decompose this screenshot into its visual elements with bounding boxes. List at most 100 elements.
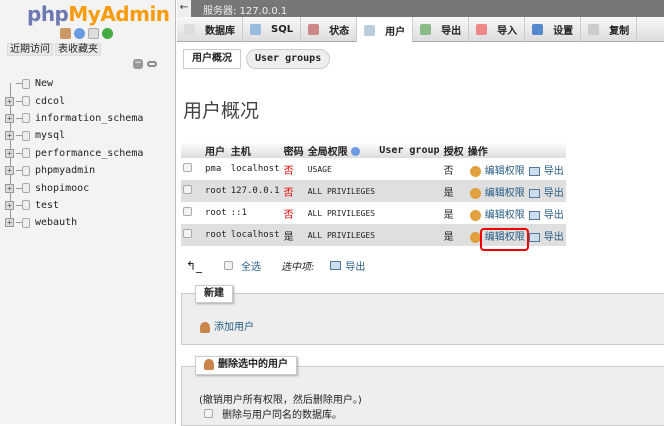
back-arrow-icon[interactable]: ← — [177, 0, 191, 17]
add-user-icon — [200, 321, 210, 333]
tab-icon — [420, 24, 432, 35]
edit-privileges-link[interactable]: 编辑权限 — [485, 188, 525, 199]
tree-item-db[interactable]: + mysql — [5, 127, 143, 144]
drop-db-label[interactable]: 删除与用户同名的数据库。 — [222, 406, 342, 421]
tree-item-db[interactable]: + cdcol — [5, 92, 143, 109]
tab-4[interactable]: 导出 — [413, 17, 470, 42]
subtab-user-overview[interactable]: 用户概况 — [183, 49, 241, 69]
tab-7[interactable]: 复制 — [581, 17, 638, 42]
expand-icon[interactable]: + — [5, 113, 14, 123]
edit-privileges-link[interactable]: 编辑权限 — [485, 210, 525, 221]
col-password: 密码 — [281, 142, 306, 158]
row-checkbox[interactable] — [183, 207, 192, 216]
row-checkbox[interactable] — [183, 185, 192, 194]
delete-legend: 删除选中的用户 — [195, 356, 297, 375]
expand-icon[interactable]: + — [5, 148, 14, 158]
tree-item-db[interactable]: + webauth — [5, 214, 143, 231]
database-icon — [22, 148, 30, 159]
table-row: pma localhost 否 USAGE 否 编辑权限 导出 — [181, 158, 566, 180]
expand-icon[interactable]: + — [5, 166, 14, 176]
with-selected-label: 选中项: — [281, 262, 315, 273]
tree-item-db[interactable]: + information_schema — [5, 110, 143, 127]
table-row: root ::1 否 ALL PRIVILEGES 是 编辑权限 导出 — [181, 202, 566, 224]
tab-1[interactable]: SQL — [243, 17, 302, 42]
expand-icon[interactable]: + — [5, 131, 14, 141]
row-checkbox[interactable] — [183, 229, 192, 238]
tree-item-new[interactable]: New — [5, 75, 143, 92]
tab-icon — [476, 24, 488, 35]
phpmyadmin-logo[interactable]: phpMyAdmin — [27, 2, 170, 26]
tab-icon — [250, 24, 261, 35]
tab-6[interactable]: 设置 — [525, 17, 582, 42]
home-icon[interactable] — [60, 28, 71, 39]
col-user: 用户 — [203, 142, 229, 158]
expand-icon[interactable]: + — [5, 96, 14, 106]
database-icon — [22, 200, 30, 211]
delete-note: (撤销用户所有权限，然后删除用户。) — [199, 395, 362, 406]
row-checkbox[interactable] — [183, 163, 192, 172]
help-icon[interactable] — [351, 147, 361, 156]
favorites-button[interactable]: 表收藏夹 — [55, 43, 101, 56]
export-icon — [528, 188, 540, 198]
tab-3[interactable]: 用户 — [357, 17, 414, 43]
page-title: 用户概况 — [183, 100, 260, 122]
reload-icon[interactable] — [102, 28, 113, 39]
tab-0[interactable]: 数据库 — [177, 17, 243, 42]
export-icon — [330, 261, 342, 270]
col-host: 主机 — [228, 142, 282, 158]
export-icon — [528, 232, 540, 242]
collapse-all-icon[interactable]: − — [133, 59, 143, 69]
database-tree: New + cdcol + information_schema + mysql + perf… — [5, 75, 143, 232]
database-icon — [22, 113, 30, 124]
main-tabs: 数据库 SQL 状态 用户 导出 导入 设置 复制 — [177, 17, 664, 43]
database-icon — [22, 165, 30, 176]
tab-icon — [588, 24, 600, 35]
tree-item-db[interactable]: + performance_schema — [5, 145, 143, 162]
expand-icon[interactable]: + — [5, 200, 14, 210]
tree-item-db[interactable]: + shopimooc — [5, 179, 143, 196]
edit-privileges-icon — [469, 187, 481, 199]
recent-button[interactable]: 近期访问 — [7, 43, 53, 56]
server-breadcrumb[interactable]: 服务器: 127.0.0.1 — [203, 2, 287, 17]
tab-2[interactable]: 状态 — [301, 17, 358, 42]
new-user-fieldset: 添加用户 — [181, 293, 664, 345]
database-icon — [22, 96, 30, 107]
export-link[interactable]: 导出 — [544, 232, 564, 243]
help-icon[interactable] — [74, 28, 85, 39]
select-all-checkbox[interactable] — [224, 261, 233, 270]
export-icon — [528, 210, 540, 220]
edit-privileges-icon — [469, 165, 481, 177]
export-link[interactable]: 导出 — [544, 166, 564, 177]
export-link[interactable]: 导出 — [544, 188, 564, 199]
tree-item-db[interactable]: + test — [5, 197, 143, 214]
breadcrumb: ← 服务器: 127.0.0.1 — [177, 0, 664, 17]
subtab-user-groups[interactable]: User groups — [246, 49, 331, 69]
table-footer: ↰_ 全选 选中项: 导出 — [186, 258, 365, 274]
delete-users-fieldset: (撤销用户所有权限，然后删除用户。) 删除与用户同名的数据库。 — [181, 366, 664, 426]
link-icon[interactable] — [147, 61, 157, 67]
add-user-link[interactable]: 添加用户 — [200, 318, 254, 333]
new-legend: 新建 — [195, 285, 233, 303]
tab-icon — [364, 24, 376, 36]
table-row: root 127.0.0.1 否 ALL PRIVILEGES 是 编辑权限 导出 — [181, 180, 566, 202]
expand-icon[interactable]: + — [5, 183, 14, 193]
database-icon — [22, 130, 30, 141]
docs-icon[interactable] — [88, 28, 99, 39]
edit-privileges-link[interactable]: 编辑权限 — [485, 166, 525, 177]
tab-icon — [184, 24, 195, 35]
database-icon — [22, 183, 30, 194]
select-all-link[interactable]: 全选 — [241, 258, 261, 273]
col-action: 操作 — [465, 142, 566, 158]
navigation-sidebar: phpMyAdmin 近期访问 表收藏夹 − New + cdcol + inform… — [0, 0, 176, 424]
export-selected-button[interactable]: 导出 — [345, 258, 365, 273]
col-global-priv: 全局权限 — [305, 142, 378, 158]
arrow-up-icon: ↰_ — [186, 258, 203, 273]
col-user-group: User group — [377, 142, 442, 158]
tree-item-db[interactable]: + phpmyadmin — [5, 162, 143, 179]
tab-5[interactable]: 导入 — [469, 17, 526, 42]
export-icon — [528, 166, 540, 176]
drop-db-checkbox[interactable] — [204, 409, 213, 418]
expand-icon[interactable]: + — [5, 218, 14, 228]
tab-icon — [532, 24, 544, 35]
export-link[interactable]: 导出 — [544, 210, 564, 221]
